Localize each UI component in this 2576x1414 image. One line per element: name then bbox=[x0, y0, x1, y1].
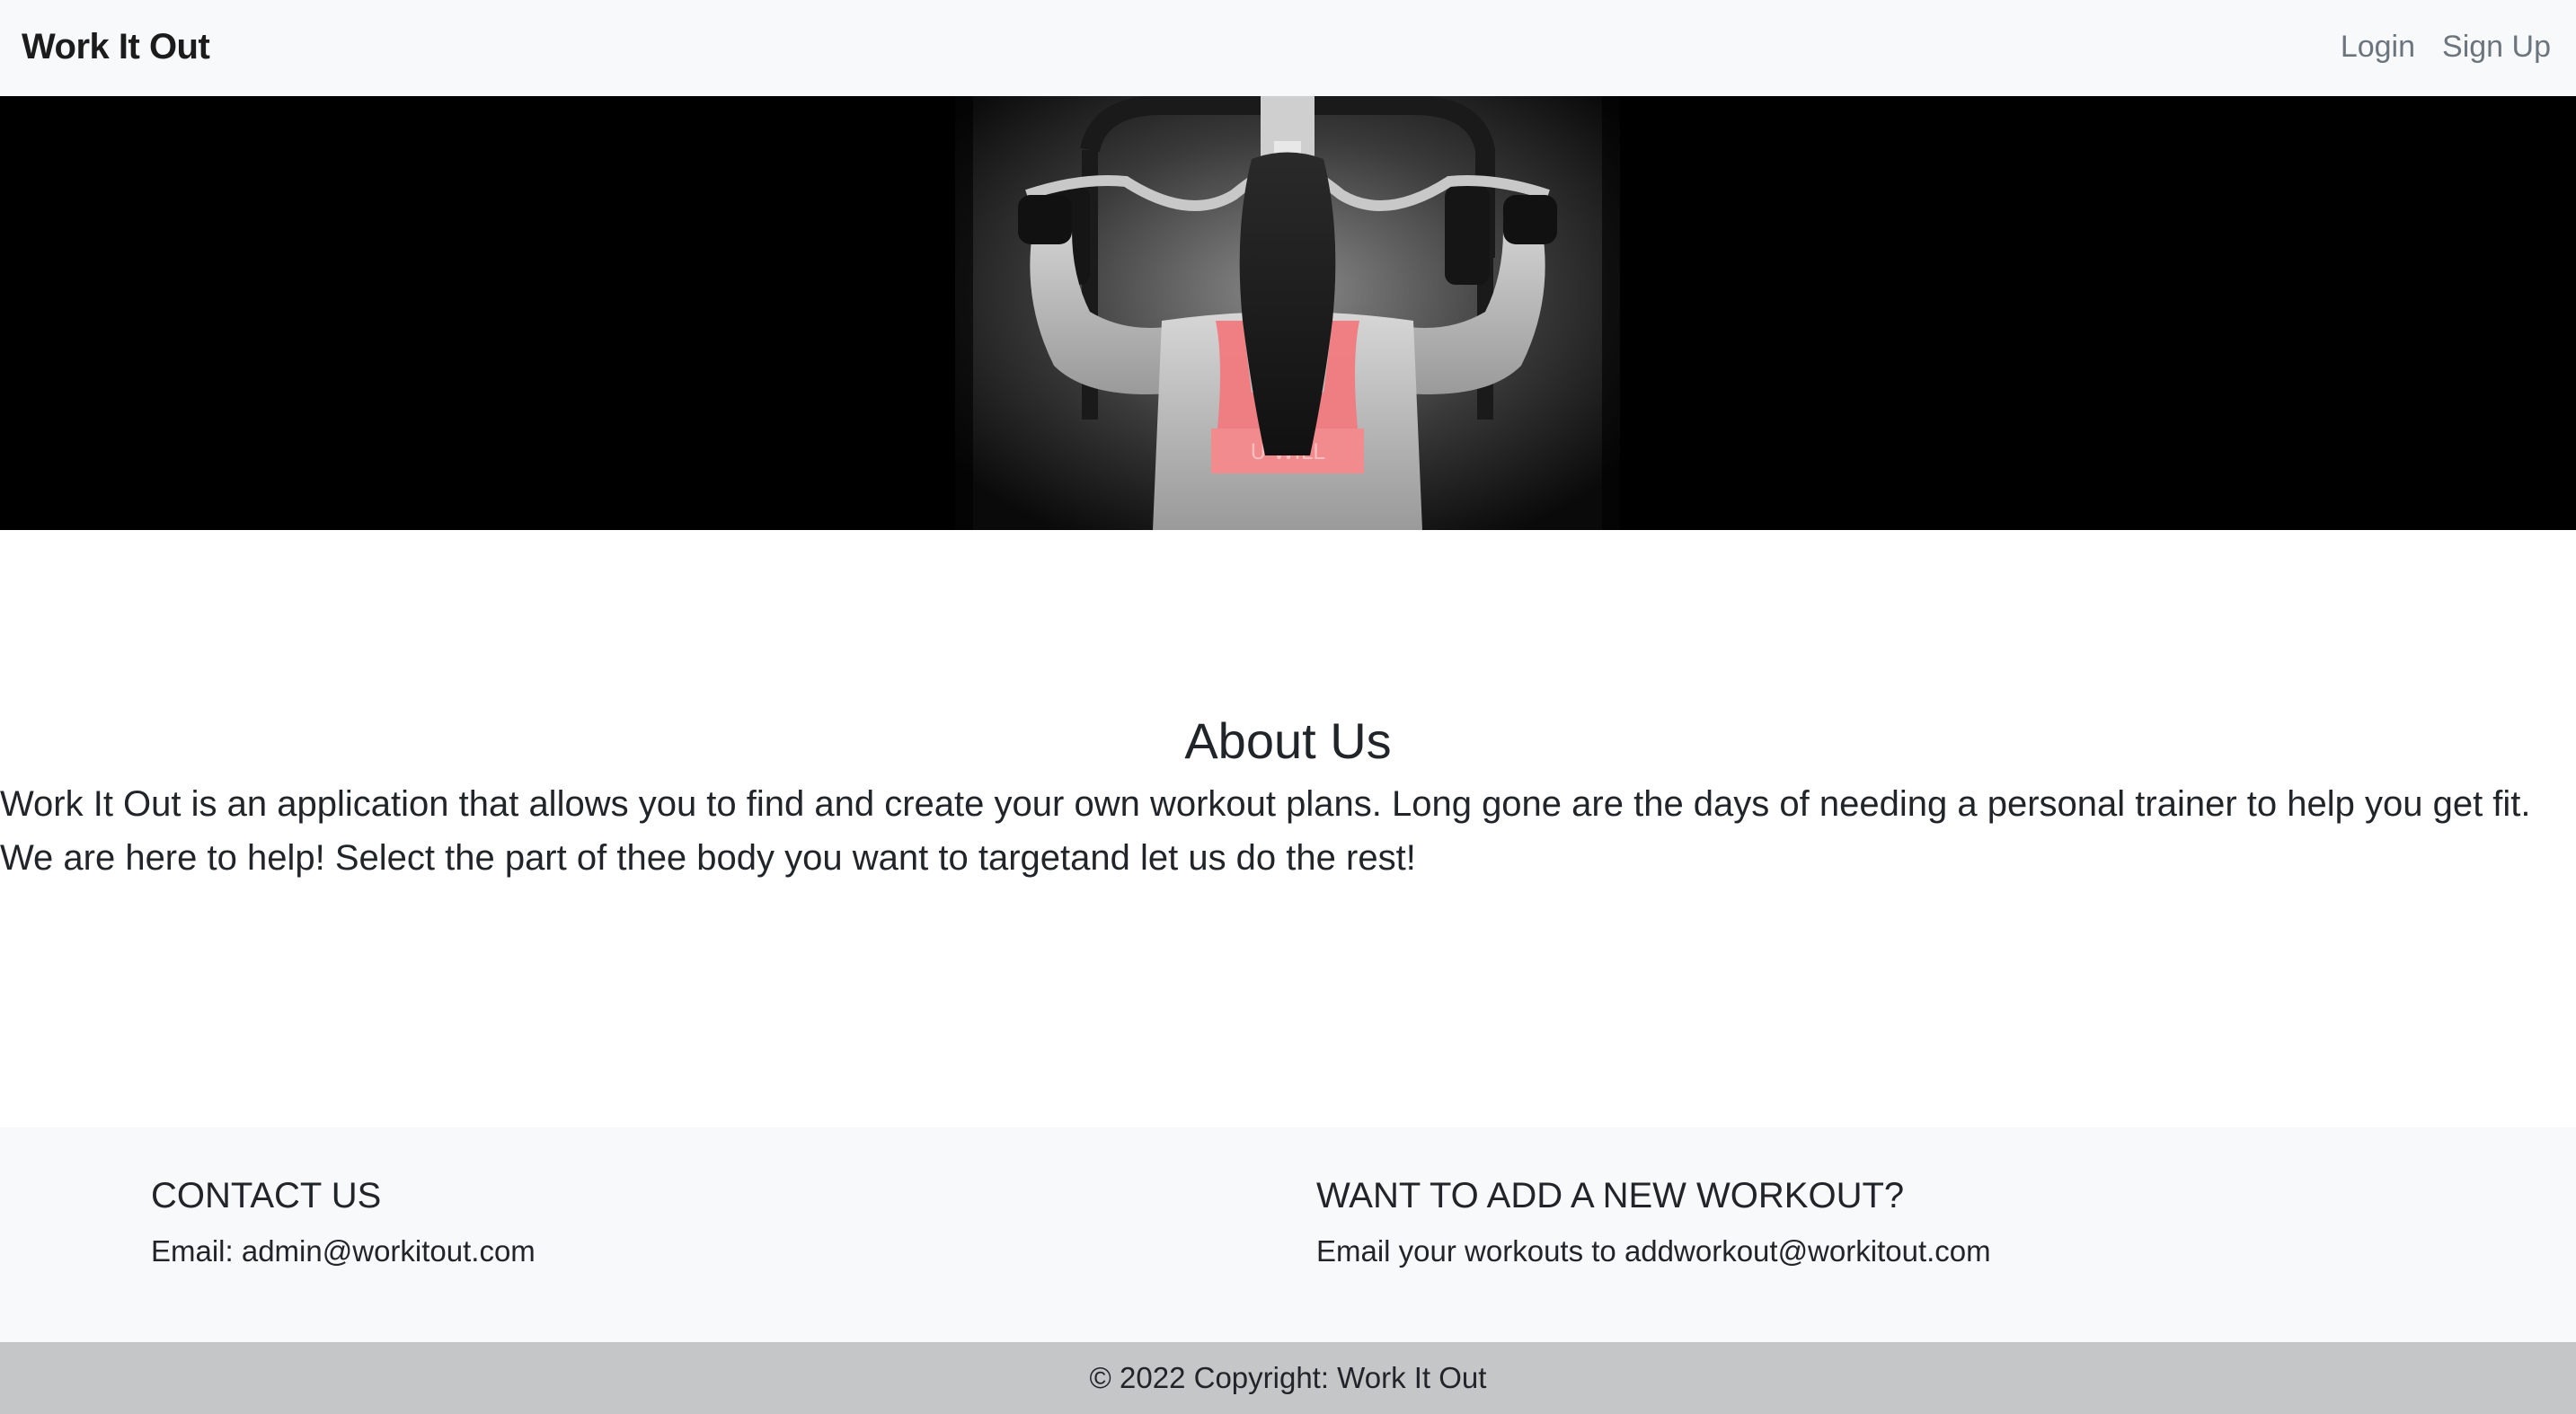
contact-email: Email: admin@workitout.com bbox=[151, 1234, 536, 1268]
footer: CONTACT US Email: admin@workitout.com WA… bbox=[0, 1127, 2576, 1342]
add-workout-heading: WANT TO ADD A NEW WORKOUT? bbox=[1316, 1176, 1905, 1215]
copyright: © 2022 Copyright: Work It Out bbox=[0, 1342, 2576, 1414]
brand-logo-link[interactable]: Work It Out bbox=[22, 23, 210, 70]
hero-banner: U WILL bbox=[0, 96, 2576, 530]
navbar: Work It Out Login Sign Up bbox=[0, 0, 2576, 96]
contact-section: CONTACT US Email: admin@workitout.com bbox=[151, 1171, 536, 1271]
hero-image: U WILL bbox=[955, 96, 1620, 530]
about-text: Work It Out is an application that allow… bbox=[0, 784, 2531, 878]
nav-links: Login Sign Up bbox=[2341, 23, 2551, 70]
signup-link[interactable]: Sign Up bbox=[2442, 23, 2551, 70]
add-workout-section: WANT TO ADD A NEW WORKOUT? Email your wo… bbox=[1316, 1171, 1991, 1271]
login-link[interactable]: Login bbox=[2341, 23, 2415, 70]
contact-heading: CONTACT US bbox=[151, 1176, 382, 1215]
about-section: About Us Work It Out is an application t… bbox=[0, 705, 2576, 885]
about-title: About Us bbox=[1184, 712, 1392, 769]
add-workout-email: Email your workouts to addworkout@workit… bbox=[1316, 1234, 1991, 1268]
